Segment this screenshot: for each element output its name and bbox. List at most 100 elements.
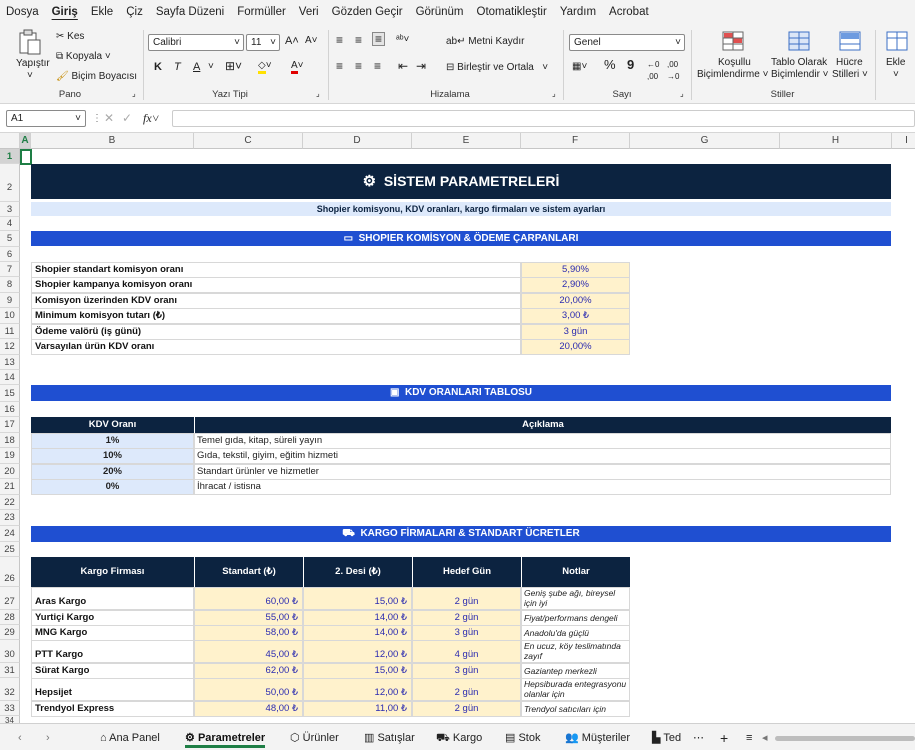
tab-scroll-left-icon[interactable]: ‹ [18,728,22,748]
row-header[interactable]: 31 [0,663,20,678]
cargo-day[interactable]: 2 gün [412,610,521,626]
font-size-select[interactable]: 11 ˅ [246,34,280,51]
increase-font-icon[interactable]: A˄ [285,35,299,47]
align-center-icon[interactable]: ≡ [355,60,362,72]
param-value[interactable]: 20,00% [521,339,630,355]
column-header-e[interactable]: E [412,133,521,149]
row-header[interactable]: 26 [0,557,20,587]
cargo-standard[interactable]: 55,00 ₺ [194,610,303,626]
row-header[interactable]: 1 [0,149,20,164]
menu-yardim[interactable]: Yardım [560,6,596,18]
row-header[interactable]: 17 [0,417,20,433]
row-header[interactable]: 28 [0,610,20,625]
row-header[interactable]: 33 [0,701,20,716]
menu-dosya[interactable]: Dosya [6,6,39,18]
paste-chevron-icon[interactable]: ˅ [27,70,33,82]
cargo-day[interactable]: 3 gün [412,625,521,641]
tab-parametreler[interactable]: ⚙ Parametreler [185,728,266,748]
column-header-c[interactable]: C [194,133,303,149]
menu-otomatiklestir[interactable]: Otomatikleştir [477,6,547,18]
table-format-label-2[interactable]: Biçimlendir ˅ [771,69,829,81]
number-launcher-icon[interactable]: ⌟ [680,88,684,100]
cargo-day[interactable]: 2 gün [412,678,521,701]
borders-icon[interactable]: ⊞˅ [225,60,242,72]
cargo-desi[interactable]: 14,00 ₺ [303,610,412,626]
row-header[interactable]: 13 [0,355,20,370]
accounting-format-icon[interactable]: ▦˅ [572,61,587,73]
tab-musteriler[interactable]: 👥 Müşteriler [565,728,630,748]
tab-satislar[interactable]: ▥ Satışlar [364,728,415,748]
row-header[interactable]: 19 [0,448,20,464]
cargo-name[interactable]: PTT Kargo [31,640,194,663]
format-as-table-icon[interactable] [787,30,811,52]
row-header[interactable]: 11 [0,324,20,339]
row-header[interactable]: 20 [0,464,20,479]
tab-urunler[interactable]: ⬡ Ürünler [290,728,339,748]
cargo-note[interactable]: En ucuz, köy teslimatında zayıf [521,640,630,663]
font-name-select[interactable]: Calibri ˅ [148,34,244,51]
row-header[interactable]: 22 [0,495,20,510]
cargo-day[interactable]: 4 gün [412,640,521,663]
row-header[interactable]: 9 [0,293,20,308]
decrease-font-icon[interactable]: A˅ [305,35,318,47]
decrease-decimal-icon[interactable]: ,00 →0 [667,59,679,83]
tab-kargo[interactable]: ⛟ Kargo [436,728,482,748]
orientation-icon[interactable]: ᵃᵇ˅ [396,34,409,46]
align-bottom-icon[interactable]: ≡ [372,32,386,46]
paste-button[interactable]: Yapıştır [16,58,50,70]
merge-center-button[interactable]: ⊟ Birleştir ve Ortala ˅ [446,62,548,74]
param-value[interactable]: 2,90% [521,277,630,293]
row-header[interactable]: 21 [0,479,20,495]
kdv-desc[interactable]: Gıda, tekstil, giyim, eğitim hizmeti [194,448,891,464]
tab-scroll-right-icon[interactable]: › [46,728,50,748]
underline-chevron-icon[interactable]: ˅ [208,61,214,73]
menu-ciz[interactable]: Çiz [126,6,143,18]
kdv-rate[interactable]: 10% [31,448,194,464]
font-launcher-icon[interactable]: ⌟ [316,88,320,100]
cargo-note[interactable]: Fiyat/performans dengeli [521,610,630,626]
cargo-standard[interactable]: 60,00 ₺ [194,587,303,610]
insert-function-icon[interactable]: fx˅ [143,112,160,124]
paste-icon[interactable] [17,28,43,56]
row-header[interactable]: 24 [0,526,20,542]
formula-input[interactable] [172,110,915,127]
row-header[interactable]: 10 [0,308,20,324]
kdv-rate[interactable]: 0% [31,479,194,495]
column-header-d[interactable]: D [303,133,412,149]
cargo-desi[interactable]: 11,00 ₺ [303,701,412,717]
italic-icon[interactable]: T [174,61,181,73]
insert-cells-icon[interactable] [885,30,909,52]
menu-giris[interactable]: Giriş [52,6,78,18]
param-value[interactable]: 3,00 ₺ [521,308,630,324]
align-right-icon[interactable]: ≡ [374,60,381,72]
kdv-desc[interactable]: İhracat / istisna [194,479,891,495]
cargo-standard[interactable]: 45,00 ₺ [194,640,303,663]
cell-styles-label-2[interactable]: Stilleri ˅ [832,69,868,81]
cell-styles-icon[interactable] [838,30,862,52]
increase-decimal-icon[interactable]: ←0,00 [647,59,659,83]
tab-ana-panel[interactable]: ⌂ Ana Panel [100,728,160,748]
cargo-desi[interactable]: 12,00 ₺ [303,640,412,663]
cargo-desi[interactable]: 14,00 ₺ [303,625,412,641]
comma-style-icon[interactable]: 9 [627,58,634,71]
table-format-label-1[interactable]: Tablo Olarak [771,57,827,69]
cargo-name[interactable]: Yurtiçi Kargo [31,610,194,626]
increase-indent-icon[interactable]: ⇥ [416,60,426,72]
column-header-g[interactable]: G [630,133,780,149]
row-header[interactable]: 27 [0,587,20,610]
alignment-launcher-icon[interactable]: ⌟ [552,88,556,100]
cargo-standard[interactable]: 62,00 ₺ [194,663,303,679]
column-header-f[interactable]: F [521,133,630,149]
column-header-a[interactable]: A [20,133,31,149]
menu-veri[interactable]: Veri [299,6,319,18]
cargo-desi[interactable]: 15,00 ₺ [303,587,412,610]
horizontal-scrollbar[interactable] [775,736,915,741]
menu-gozden-gecir[interactable]: Gözden Geçir [332,6,403,18]
insert-label[interactable]: Ekle [886,57,905,69]
cargo-standard[interactable]: 48,00 ₺ [194,701,303,717]
cargo-desi[interactable]: 12,00 ₺ [303,678,412,701]
format-painter-button[interactable]: 🖌 Biçim Boyacısı [56,71,137,83]
row-header[interactable]: 25 [0,542,20,557]
fill-color-icon[interactable]: ◇˅ [258,60,272,74]
bold-icon[interactable]: K [154,61,162,73]
